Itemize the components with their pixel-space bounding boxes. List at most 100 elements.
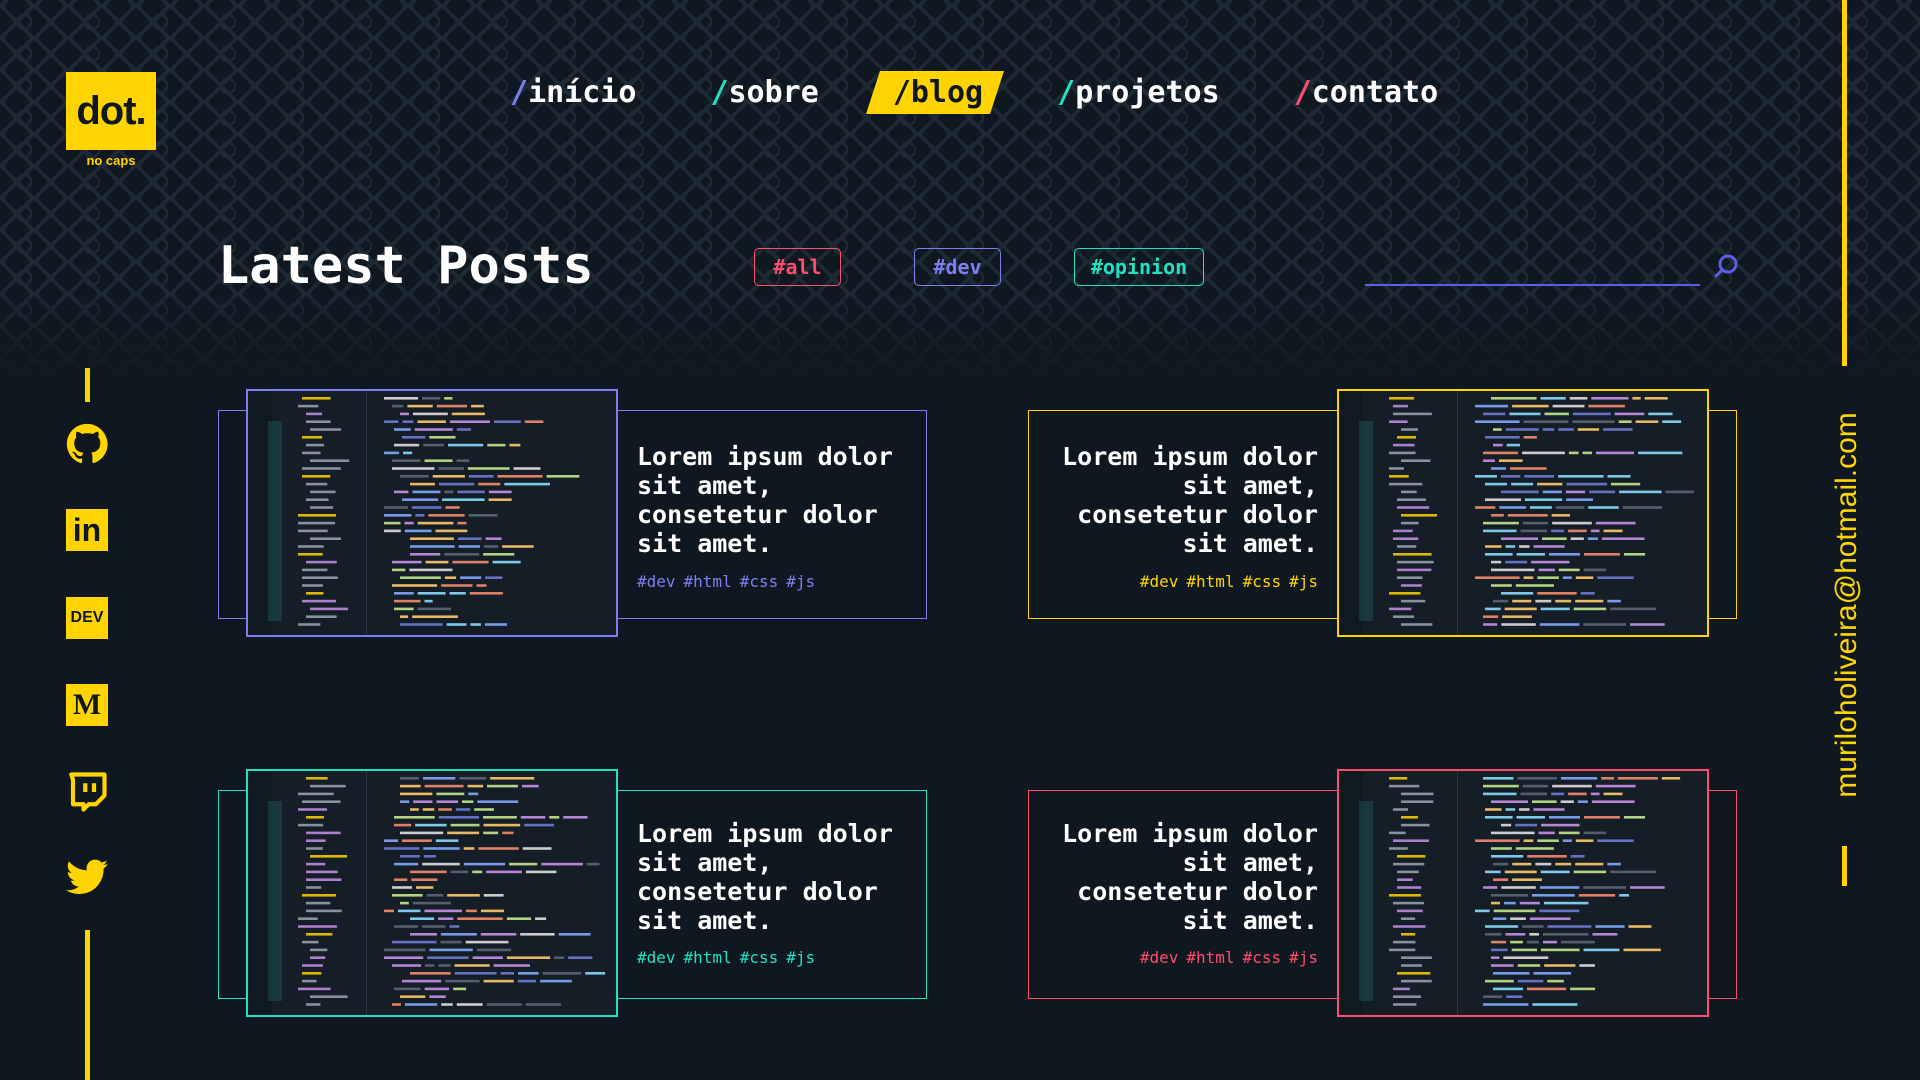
tag-js[interactable]: #js <box>1289 948 1318 967</box>
tag-dev[interactable]: #dev <box>1140 572 1179 591</box>
post-card[interactable]: Lorem ipsum dolor sit amet, consetetur d… <box>218 769 927 1020</box>
tag-dev[interactable]: #dev <box>637 572 676 591</box>
filter-all-button[interactable]: #all <box>754 248 841 286</box>
file-tree-line <box>306 498 329 501</box>
code-line <box>392 1003 401 1006</box>
twitter-link[interactable] <box>66 856 108 898</box>
code-line <box>1475 576 1520 579</box>
code-line <box>521 784 539 788</box>
nav-slash: / <box>710 74 729 110</box>
code-line <box>422 925 446 928</box>
tag-html[interactable]: #html <box>1186 572 1234 591</box>
tag-css[interactable]: #css <box>1243 948 1282 967</box>
post-card[interactable]: Lorem ipsum dolor sit amet, consetetur d… <box>218 389 927 640</box>
filter-dev-button[interactable]: #dev <box>914 248 1001 286</box>
logo-text: dot. <box>76 88 146 133</box>
code-line <box>1529 917 1571 920</box>
tag-css[interactable]: #css <box>740 948 779 967</box>
nav-label: blog <box>910 74 984 110</box>
code-line <box>1506 995 1523 998</box>
tag-html[interactable]: #html <box>1186 948 1234 967</box>
post-tags: #dev #html #css #js <box>637 572 823 591</box>
nav-item-blog[interactable]: /blog <box>893 75 983 110</box>
tag-css[interactable]: #css <box>740 572 779 591</box>
site-logo[interactable]: dot. no caps <box>66 72 156 170</box>
code-line <box>1562 839 1572 842</box>
tag-html[interactable]: #html <box>684 948 732 967</box>
search-input[interactable] <box>1365 250 1700 286</box>
code-line <box>490 777 535 780</box>
code-line <box>400 792 433 796</box>
code-line <box>1483 459 1495 462</box>
dev-link[interactable]: DEV <box>66 597 108 639</box>
code-line <box>1568 792 1587 796</box>
post-card[interactable]: Lorem ipsum dolor sit amet, consetetur d… <box>1028 769 1737 1020</box>
code-line <box>400 475 429 478</box>
code-line <box>484 623 507 626</box>
nav-item-sobre[interactable]: /sobre <box>710 75 818 110</box>
code-line <box>410 545 455 548</box>
code-line <box>1577 800 1588 803</box>
code-line <box>414 428 453 431</box>
code-line <box>1542 428 1555 431</box>
nav-item-projetos[interactable]: /projetos <box>1057 75 1220 110</box>
code-line <box>480 933 517 936</box>
code-line <box>1595 521 1636 525</box>
nav-slash: / <box>1057 74 1076 110</box>
tag-js[interactable]: #js <box>786 572 815 591</box>
file-tree-line <box>1393 615 1415 618</box>
code-line <box>1505 933 1526 936</box>
tag-js[interactable]: #js <box>1289 572 1318 591</box>
file-tree-line <box>1393 995 1422 998</box>
code-line <box>1507 514 1548 517</box>
code-line <box>1548 553 1580 556</box>
code-line <box>1607 475 1631 478</box>
code-line <box>1532 1003 1578 1006</box>
nav-item-inicio[interactable]: /início <box>510 75 636 110</box>
file-tree-line <box>302 894 336 897</box>
tag-html[interactable]: #html <box>684 572 732 591</box>
file-tree-line <box>1401 816 1418 819</box>
code-line <box>1485 482 1508 486</box>
code-line <box>1485 808 1502 811</box>
medium-link[interactable]: M <box>66 684 108 726</box>
tag-dev[interactable]: #dev <box>1140 948 1179 967</box>
search-icon[interactable] <box>1712 252 1740 280</box>
code-line <box>384 909 395 913</box>
code-line <box>453 987 467 991</box>
code-line <box>1558 428 1574 431</box>
code-line <box>1522 784 1549 788</box>
post-card[interactable]: Lorem ipsum dolor sit amet, consetetur d… <box>1028 389 1737 640</box>
code-line <box>1603 428 1633 431</box>
linkedin-link[interactable]: in <box>66 509 108 551</box>
github-link[interactable] <box>66 423 108 465</box>
code-line <box>1501 823 1512 827</box>
file-tree-line <box>1397 568 1432 572</box>
tag-js[interactable]: #js <box>786 948 815 967</box>
code-line <box>477 800 519 803</box>
twitch-link[interactable] <box>66 771 108 813</box>
code-line <box>1610 870 1657 874</box>
code-line <box>457 917 503 920</box>
code-line <box>1603 529 1623 533</box>
tag-dev[interactable]: #dev <box>637 948 676 967</box>
code-line <box>445 979 480 983</box>
code-line <box>1512 599 1532 603</box>
nav-item-contato[interactable]: /contato <box>1294 75 1439 110</box>
code-line <box>1555 862 1572 866</box>
tag-css[interactable]: #css <box>1243 572 1282 591</box>
file-tree-line <box>1397 545 1417 548</box>
code-line <box>1491 568 1535 572</box>
code-line <box>428 514 465 517</box>
code-line <box>441 584 473 587</box>
code-line <box>1491 901 1500 905</box>
code-line <box>456 459 470 462</box>
contact-email-link[interactable]: muriloholiveira@hotmail.com <box>1830 412 1864 798</box>
code-line <box>1504 870 1537 874</box>
file-tree-line <box>310 855 348 858</box>
code-line <box>1568 529 1587 533</box>
file-tree-line <box>310 995 348 998</box>
code-line <box>1570 987 1596 991</box>
filter-opinion-button[interactable]: #opinion <box>1074 248 1204 286</box>
code-line <box>1583 553 1620 556</box>
